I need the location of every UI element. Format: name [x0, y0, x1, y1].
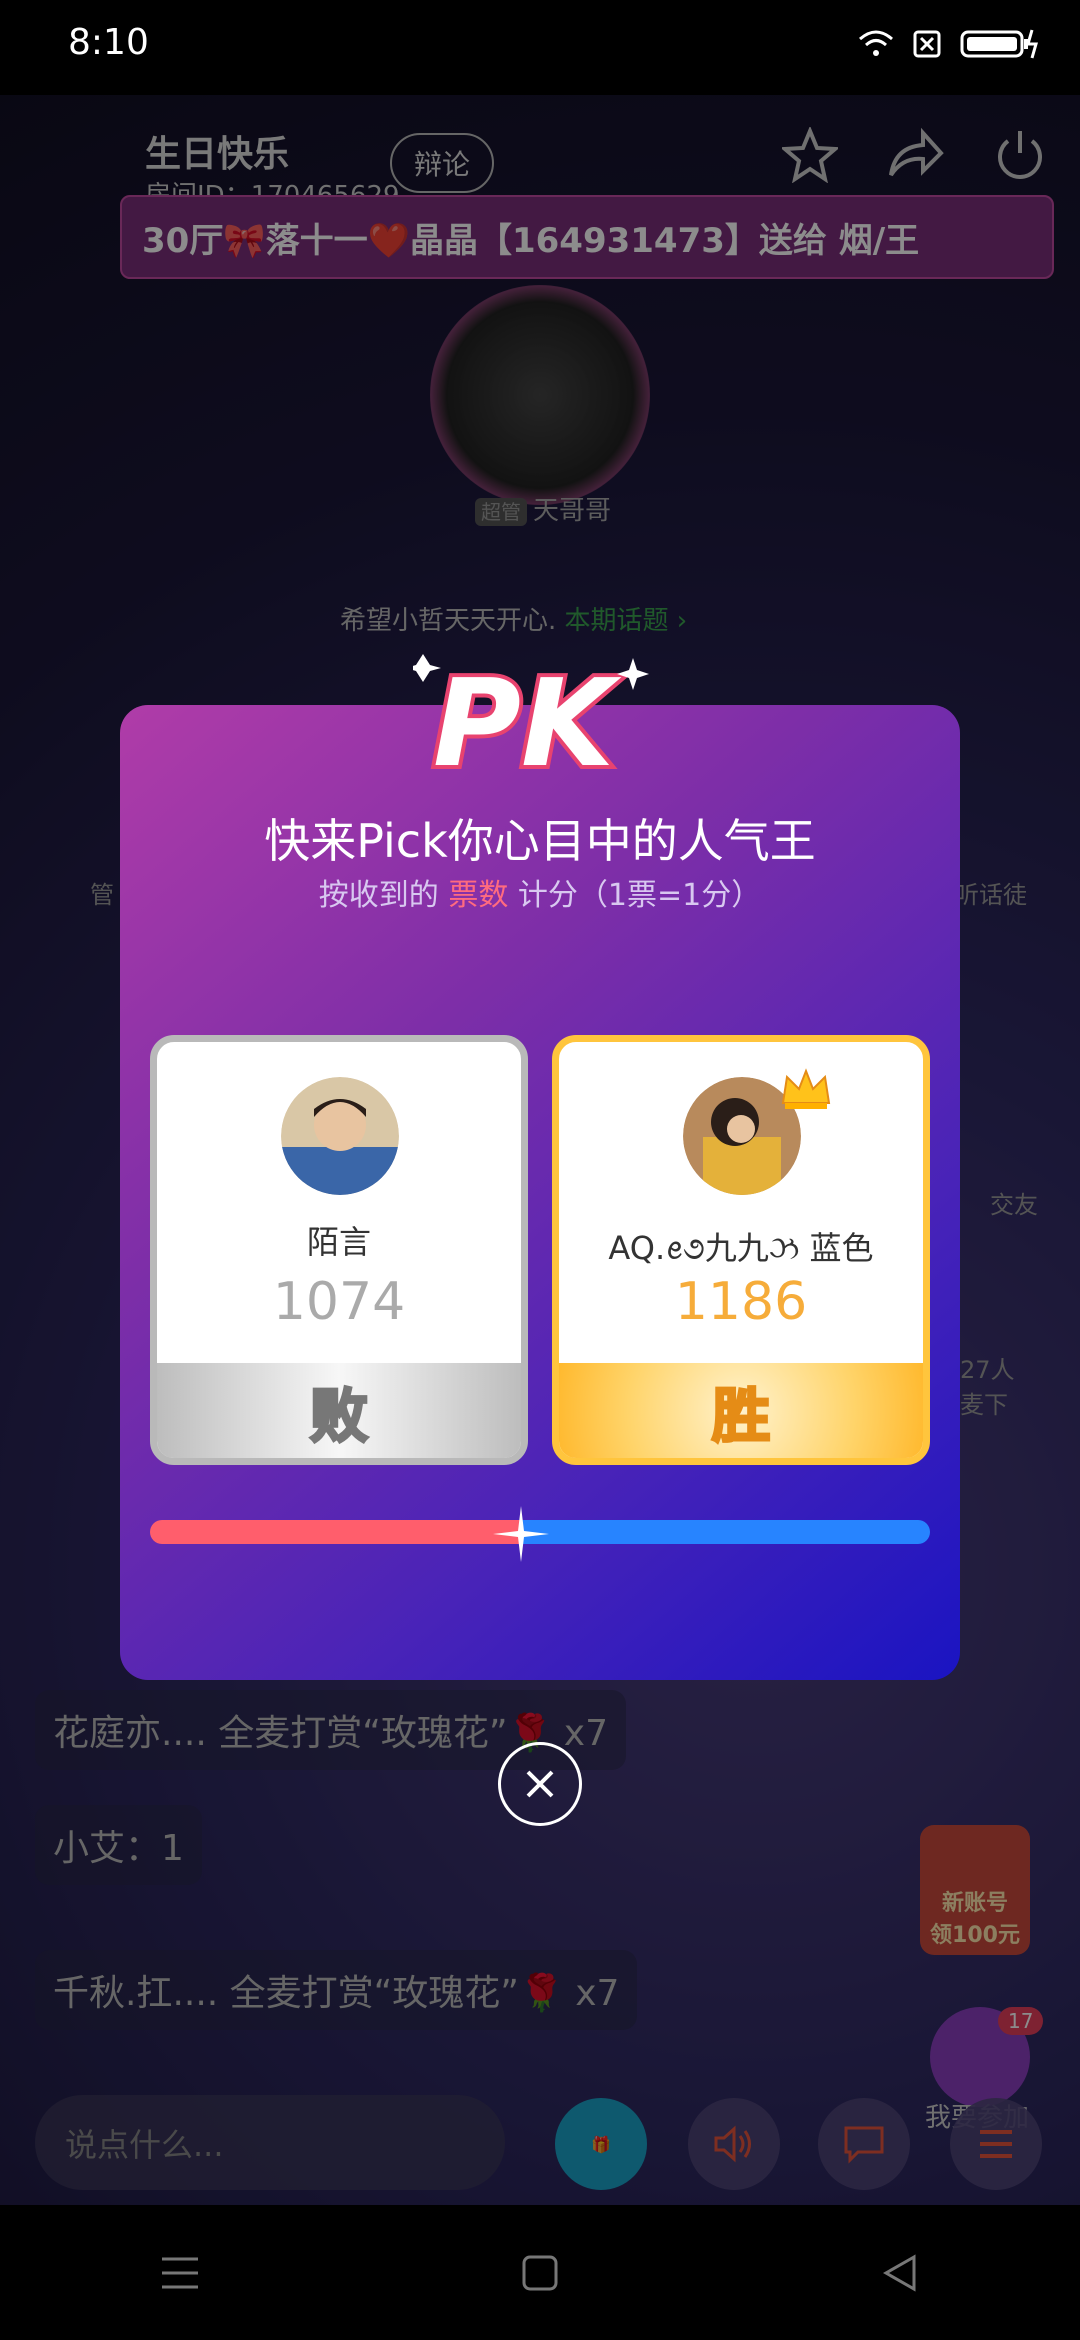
wifi-icon — [859, 30, 893, 56]
crown-icon — [781, 1068, 831, 1109]
progress-spark-icon — [493, 1506, 549, 1562]
pk-card-right[interactable]: AQ.ꫀ૭九九ઝ 蓝色 1186 胜 — [552, 1035, 930, 1465]
win-label: 胜 — [559, 1363, 923, 1458]
recent-apps-icon[interactable] — [160, 2255, 200, 2291]
close-modal-button[interactable] — [498, 1742, 582, 1826]
battery-icon — [960, 29, 1038, 59]
subtitle-highlight: 票数 — [448, 878, 509, 913]
contestant-left-avatar — [281, 1077, 399, 1195]
pk-logo-text: PK — [433, 655, 622, 790]
contestant-left-name: 陌言 — [306, 1223, 371, 1261]
subtitle-prefix: 按收到的 — [318, 878, 449, 913]
pk-modal-subtitle: 按收到的 票数 计分（1票=1分） — [120, 870, 960, 914]
contestant-right-score: 1186 — [674, 1272, 808, 1332]
pk-progress-right — [521, 1520, 930, 1544]
status-icons — [858, 28, 1040, 60]
subtitle-suffix: 计分（1票=1分） — [508, 878, 762, 913]
pk-card-left[interactable]: 陌言 1074 败 — [150, 1035, 528, 1465]
back-icon[interactable] — [880, 2253, 920, 2293]
pk-modal-title: 快来Pick你心目中的人气王 — [264, 814, 816, 868]
system-navigation-bar — [0, 2205, 1080, 2340]
lose-label: 败 — [157, 1363, 521, 1458]
pk-logo: PK — [413, 651, 649, 790]
pk-modal: 快来Pick你心目中的人气王 按收到的 票数 计分（1票=1分） 陌言 1074… — [120, 705, 960, 1680]
status-time: 8:10 — [68, 22, 149, 63]
home-icon[interactable] — [520, 2253, 560, 2293]
no-sim-icon — [913, 30, 941, 58]
close-icon — [526, 1770, 554, 1798]
contestant-left-score: 1074 — [272, 1272, 406, 1332]
pk-progress-left — [150, 1520, 521, 1544]
status-bar: 8:10 — [0, 0, 1080, 95]
